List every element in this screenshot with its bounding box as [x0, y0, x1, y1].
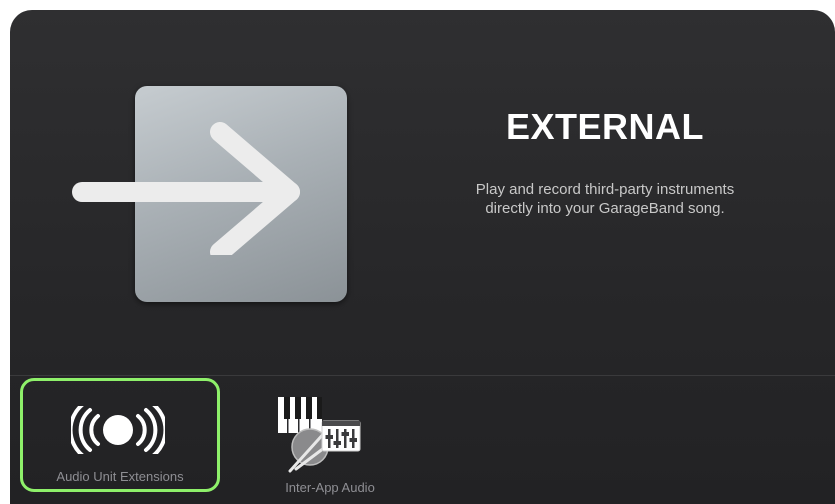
inter-app-audio-label: Inter-App Audio [285, 480, 375, 495]
section-title: EXTERNAL [505, 106, 704, 147]
audio-unit-extensions-tile[interactable]: Audio Unit Extensions [20, 378, 220, 492]
keyboard-mixer-icon [278, 397, 361, 473]
screen: EXTERNAL Play and record third-party ins… [0, 0, 835, 504]
divider [10, 375, 835, 376]
description-line-1: Play and record third-party instruments [475, 181, 735, 198]
description-line-2: directly into your GarageBand song. [485, 200, 725, 217]
broadcast-icon [71, 406, 165, 454]
arrow-right-icon [72, 122, 300, 255]
inter-app-audio-tile[interactable]: Inter-App Audio [230, 378, 430, 495]
external-panel: EXTERNAL Play and record third-party ins… [10, 10, 835, 504]
audio-unit-extensions-label: Audio Unit Extensions [56, 469, 184, 484]
section-description: Play and record third-party instruments … [420, 180, 790, 218]
